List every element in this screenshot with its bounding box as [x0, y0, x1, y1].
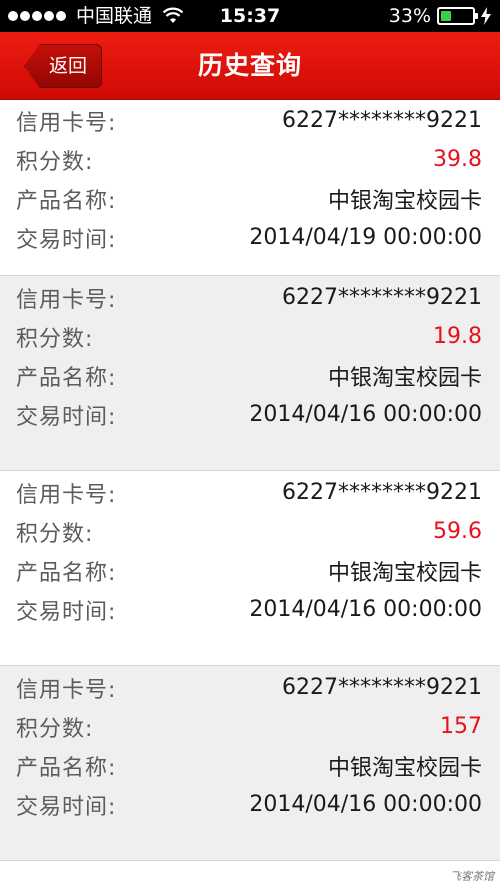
- battery-icon: [437, 7, 478, 25]
- trade-time-row: 交易时间: 2014/04/16 00:00:00: [16, 590, 482, 629]
- trade-time-label: 交易时间:: [16, 599, 117, 625]
- points-label: 积分数:: [16, 149, 94, 175]
- trade-time-value: 2014/04/16 00:00:00: [249, 402, 482, 427]
- battery-percent: 33%: [388, 5, 431, 27]
- card-number-label: 信用卡号:: [16, 287, 117, 313]
- product-name-label: 产品名称:: [16, 365, 117, 391]
- card-number-label: 信用卡号:: [16, 110, 117, 136]
- history-query-screen: 中国联通 15:37 33% 历史查询 返回 信用卡号: 6227********…: [0, 0, 500, 888]
- trade-time-label: 交易时间:: [16, 404, 117, 430]
- product-name-value: 中银淘宝校园卡: [327, 560, 482, 586]
- points-value: 19.8: [433, 324, 482, 349]
- points-row: 积分数: 59.6: [16, 512, 482, 551]
- points-label: 积分数:: [16, 521, 94, 547]
- product-name-value: 中银淘宝校园卡: [327, 755, 482, 781]
- product-name-row: 产品名称: 中银淘宝校园卡: [16, 356, 482, 395]
- card-number-value: 6227********9221: [282, 285, 482, 310]
- product-name-value: 中银淘宝校园卡: [327, 365, 482, 391]
- card-number-row: 信用卡号: 6227********9221: [16, 278, 482, 317]
- card-number-label: 信用卡号:: [16, 482, 117, 508]
- product-name-label: 产品名称:: [16, 188, 117, 214]
- charging-bolt-icon: [481, 7, 491, 25]
- trade-time-label: 交易时间:: [16, 794, 117, 820]
- points-label: 积分数:: [16, 716, 94, 742]
- trade-time-row: 交易时间: 2014/04/19 00:00:00: [16, 218, 482, 257]
- card-number-value: 6227********9221: [282, 480, 482, 505]
- points-value: 39.8: [433, 147, 482, 172]
- points-row: 积分数: 19.8: [16, 317, 482, 356]
- card-number-label: 信用卡号:: [16, 677, 117, 703]
- watermark-logo: 飞客茶馆: [450, 870, 494, 883]
- card-number-row: 信用卡号: 6227********9221: [16, 101, 482, 140]
- history-record: 信用卡号: 6227********9221 积分数: 59.6 产品名称: 中银淘宝校园…: [0, 471, 500, 666]
- status-right: 33%: [389, 0, 492, 32]
- product-name-label: 产品名称:: [16, 755, 117, 781]
- points-row: 积分数: 39.8: [16, 140, 482, 179]
- card-number-row: 信用卡号: 6227********9221: [16, 473, 482, 512]
- history-record: 信用卡号: 6227********9221 积分数: 39.8 产品名称: 中银淘宝校园…: [0, 101, 500, 276]
- trade-time-value: 2014/04/16 00:00:00: [249, 792, 482, 817]
- product-name-value: 中银淘宝校园卡: [327, 188, 482, 214]
- trade-time-row: 交易时间: 2014/04/16 00:00:00: [16, 785, 482, 824]
- product-name-label: 产品名称:: [16, 560, 117, 586]
- history-record-list: 信用卡号: 6227********9221 积分数: 39.8 产品名称: 中银淘宝校园…: [0, 101, 500, 861]
- status-bar: 中国联通 15:37 33%: [0, 0, 500, 32]
- points-label: 积分数:: [16, 326, 94, 352]
- navigation-bar: 历史查询 返回: [0, 32, 500, 100]
- product-name-row: 产品名称: 中银淘宝校园卡: [16, 179, 482, 218]
- back-button[interactable]: 返回: [24, 44, 103, 88]
- battery-level-fill: [441, 11, 451, 21]
- trade-time-row: 交易时间: 2014/04/16 00:00:00: [16, 395, 482, 434]
- card-number-value: 6227********9221: [282, 675, 482, 700]
- trade-time-label: 交易时间:: [16, 227, 117, 253]
- history-record: 信用卡号: 6227********9221 积分数: 157 产品名称: 中银淘宝校园卡…: [0, 666, 500, 861]
- product-name-row: 产品名称: 中银淘宝校园卡: [16, 551, 482, 590]
- card-number-row: 信用卡号: 6227********9221: [16, 668, 482, 707]
- points-value: 59.6: [433, 519, 482, 544]
- points-row: 积分数: 157: [16, 707, 482, 746]
- points-value: 157: [440, 714, 482, 739]
- product-name-row: 产品名称: 中银淘宝校园卡: [16, 746, 482, 785]
- card-number-value: 6227********9221: [282, 108, 482, 133]
- trade-time-value: 2014/04/16 00:00:00: [249, 597, 482, 622]
- trade-time-value: 2014/04/19 00:00:00: [249, 225, 482, 250]
- history-record: 信用卡号: 6227********9221 积分数: 19.8 产品名称: 中银淘宝校园…: [0, 276, 500, 471]
